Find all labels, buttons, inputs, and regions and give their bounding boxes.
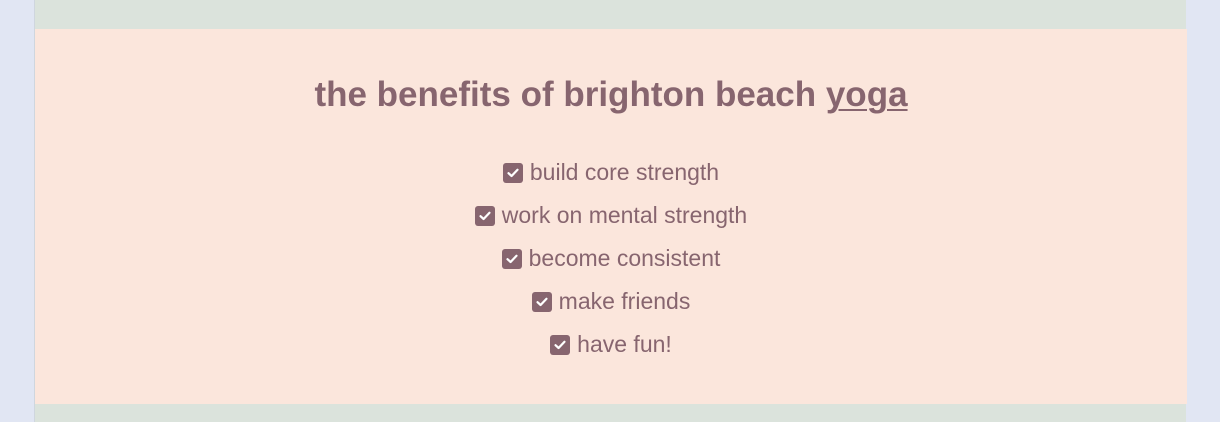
- page-container: the benefits of brighton beach yoga buil…: [34, 0, 1187, 422]
- check-square-icon: [502, 162, 523, 183]
- heading-underlined-word: yoga: [825, 75, 908, 114]
- list-item: become consistent: [35, 237, 1187, 280]
- heading-text: the benefits of brighton beach: [314, 75, 826, 114]
- benefits-heading: the benefits of brighton beach yoga: [35, 75, 1187, 115]
- check-square-icon: [550, 334, 571, 355]
- check-square-icon: [501, 248, 522, 269]
- list-item: have fun!: [35, 323, 1187, 366]
- list-item: build core strength: [35, 151, 1187, 194]
- list-item-label: build core strength: [529, 159, 720, 185]
- list-item-label: have fun!: [577, 331, 672, 357]
- list-item: work on mental strength: [35, 194, 1187, 237]
- benefits-list: build core strength work on mental stren…: [35, 151, 1187, 366]
- list-item: make friends: [35, 280, 1187, 323]
- list-item-label: become consistent: [528, 245, 721, 271]
- list-item-label: work on mental strength: [501, 202, 748, 228]
- check-square-icon: [531, 291, 552, 312]
- list-item-label: make friends: [558, 288, 691, 314]
- check-square-icon: [474, 205, 495, 226]
- benefits-section: the benefits of brighton beach yoga buil…: [35, 29, 1187, 404]
